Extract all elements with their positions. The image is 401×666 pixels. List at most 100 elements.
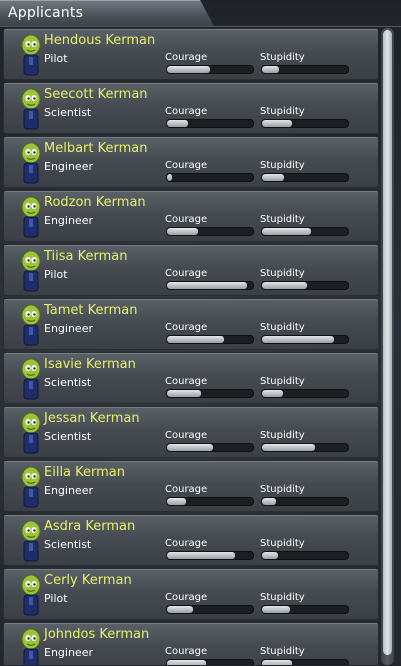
- stupidity-bar-fill: [262, 228, 312, 235]
- courage-bar-fill: [167, 498, 186, 505]
- stupidity-bar-fill: [262, 336, 335, 343]
- stupidity-label: Stupidity: [260, 322, 305, 333]
- applicant-name: Rodzon Kerman: [44, 195, 146, 210]
- courage-bar: [166, 335, 254, 344]
- kerbal-portrait-icon: [21, 88, 41, 130]
- applicant-name: Cerly Kerman: [44, 573, 132, 588]
- scrollbar-thumb[interactable]: [383, 30, 392, 655]
- courage-bar: [166, 389, 254, 398]
- courage-bar-fill: [167, 552, 235, 559]
- courage-bar-fill: [167, 606, 193, 613]
- courage-label: Courage: [165, 268, 208, 279]
- courage-bar: [166, 281, 254, 290]
- stupidity-bar: [261, 443, 349, 452]
- stupidity-label: Stupidity: [260, 52, 305, 63]
- stupidity-bar: [261, 227, 349, 236]
- applicant-name: Melbart Kerman: [44, 141, 148, 156]
- applicant-row[interactable]: Hendous Kerman Pilot Courage Stupidity: [3, 28, 378, 80]
- applicant-name: Tamet Kerman: [44, 303, 138, 318]
- applicant-row[interactable]: Eilla Kerman Engineer Courage Stupidity: [3, 460, 378, 512]
- courage-bar-fill: [167, 444, 214, 451]
- stupidity-bar: [261, 281, 349, 290]
- courage-label: Courage: [165, 106, 208, 117]
- courage-bar-fill: [167, 282, 247, 289]
- applicant-role: Engineer: [44, 322, 93, 335]
- panel-header: Applicants: [0, 0, 214, 26]
- stupidity-bar: [261, 605, 349, 614]
- stupidity-bar: [261, 65, 349, 74]
- applicant-name: Eilla Kerman: [44, 465, 126, 480]
- applicant-role: Scientist: [44, 376, 92, 389]
- applicant-role: Scientist: [44, 538, 92, 551]
- applicant-name: Isavie Kerman: [44, 357, 136, 372]
- applicant-row[interactable]: Seecott Kerman Scientist Courage Stupidi…: [3, 82, 378, 134]
- applicant-row[interactable]: Rodzon Kerman Engineer Courage Stupidity: [3, 190, 378, 242]
- stupidity-label: Stupidity: [260, 484, 305, 495]
- kerbal-portrait-icon: [21, 412, 41, 454]
- applicant-role: Pilot: [44, 52, 68, 65]
- stupidity-bar: [261, 119, 349, 128]
- stupidity-label: Stupidity: [260, 376, 305, 387]
- kerbal-portrait-icon: [21, 574, 41, 616]
- applicant-name: Johndos Kerman: [44, 627, 150, 642]
- courage-bar: [166, 497, 254, 506]
- applicant-role: Pilot: [44, 592, 68, 605]
- courage-bar: [166, 173, 254, 182]
- stupidity-label: Stupidity: [260, 430, 305, 441]
- applicant-role: Scientist: [44, 106, 92, 119]
- applicant-row[interactable]: Jessan Kerman Scientist Courage Stupidit…: [3, 406, 378, 458]
- courage-bar-fill: [167, 660, 206, 665]
- courage-bar: [166, 659, 254, 665]
- courage-label: Courage: [165, 376, 208, 387]
- applicant-row[interactable]: Isavie Kerman Scientist Courage Stupidit…: [3, 352, 378, 404]
- courage-bar-fill: [167, 228, 198, 235]
- stupidity-label: Stupidity: [260, 214, 305, 225]
- stupidity-label: Stupidity: [260, 538, 305, 549]
- panel-title: Applicants: [8, 5, 84, 21]
- stupidity-label: Stupidity: [260, 106, 305, 117]
- applicant-row[interactable]: Asdra Kerman Scientist Courage Stupidity: [3, 514, 378, 566]
- kerbal-portrait-icon: [21, 304, 41, 346]
- stupidity-bar: [261, 551, 349, 560]
- stupidity-bar: [261, 335, 349, 344]
- courage-bar: [166, 551, 254, 560]
- courage-label: Courage: [165, 52, 208, 63]
- stupidity-bar-fill: [262, 174, 284, 181]
- courage-bar-fill: [167, 336, 224, 343]
- courage-label: Courage: [165, 214, 208, 225]
- applicant-name: Hendous Kerman: [44, 33, 156, 48]
- applicant-role: Engineer: [44, 214, 93, 227]
- stupidity-bar: [261, 497, 349, 506]
- courage-label: Courage: [165, 538, 208, 549]
- courage-bar-fill: [167, 174, 173, 181]
- courage-bar: [166, 65, 254, 74]
- kerbal-portrait-icon: [21, 466, 41, 508]
- applicant-list[interactable]: Hendous Kerman Pilot Courage Stupidity S…: [3, 28, 378, 665]
- applicant-row[interactable]: Tiisa Kerman Pilot Courage Stupidity: [3, 244, 378, 296]
- courage-bar: [166, 227, 254, 236]
- stupidity-label: Stupidity: [260, 268, 305, 279]
- stupidity-bar-fill: [262, 606, 290, 613]
- stupidity-label: Stupidity: [260, 592, 305, 603]
- courage-label: Courage: [165, 484, 208, 495]
- stupidity-label: Stupidity: [260, 646, 305, 657]
- courage-label: Courage: [165, 646, 208, 657]
- stupidity-bar-fill: [262, 444, 316, 451]
- kerbal-portrait-icon: [21, 520, 41, 562]
- courage-bar: [166, 119, 254, 128]
- kerbal-portrait-icon: [21, 628, 41, 665]
- courage-label: Courage: [165, 322, 208, 333]
- applicant-name: Seecott Kerman: [44, 87, 148, 102]
- applicant-role: Pilot: [44, 268, 68, 281]
- applicant-row[interactable]: Cerly Kerman Pilot Courage Stupidity: [3, 568, 378, 620]
- stupidity-bar-fill: [262, 552, 279, 559]
- courage-bar: [166, 443, 254, 452]
- applicant-row[interactable]: Tamet Kerman Engineer Courage Stupidity: [3, 298, 378, 350]
- applicant-row[interactable]: Melbart Kerman Engineer Courage Stupidit…: [3, 136, 378, 188]
- courage-bar-fill: [167, 120, 188, 127]
- applicant-row[interactable]: Johndos Kerman Engineer Courage Stupidit…: [3, 622, 378, 665]
- kerbal-portrait-icon: [21, 34, 41, 76]
- kerbal-portrait-icon: [21, 358, 41, 400]
- stupidity-bar-fill: [262, 498, 276, 505]
- applicant-role: Engineer: [44, 160, 93, 173]
